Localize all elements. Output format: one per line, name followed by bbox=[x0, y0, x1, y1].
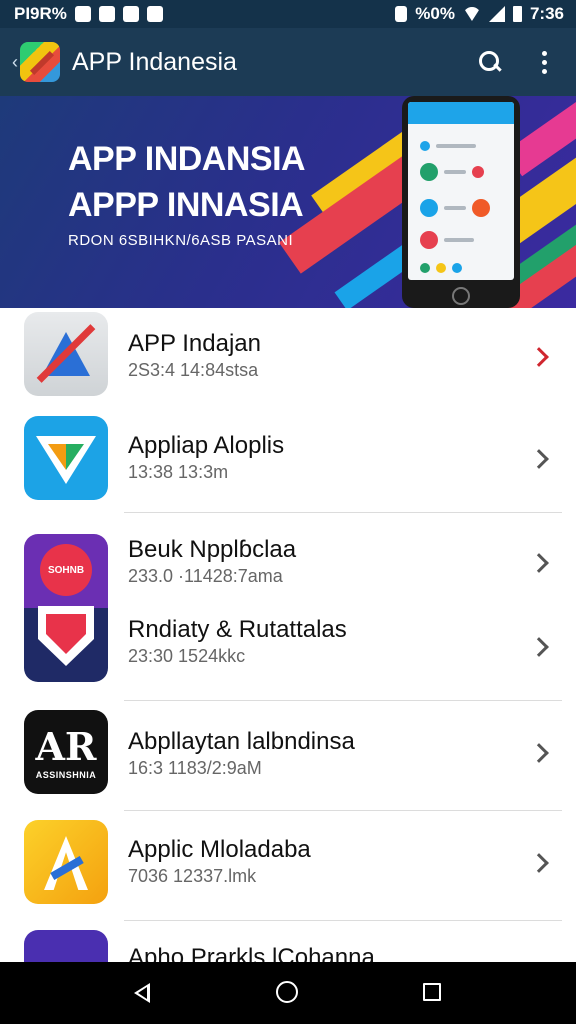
app-name: Appliap Aloplis bbox=[128, 432, 285, 459]
list-item[interactable]: Applic Mloladaba 7036 12337.lmk bbox=[0, 814, 576, 918]
status-time: 7:36 bbox=[529, 4, 564, 23]
app-logo-text: AR bbox=[35, 724, 97, 769]
signal-icon bbox=[395, 6, 408, 22]
app-bar: ‹ APP Indanesia bbox=[0, 28, 576, 96]
navigation-bar bbox=[0, 962, 576, 1024]
list-item[interactable]: SOHNB Beuk Npplɓclaa 233.0 ·11428:7ama bbox=[0, 516, 576, 682]
app-name: Apho Prarkls lCohanna bbox=[128, 944, 375, 962]
image-icon bbox=[98, 6, 115, 22]
app-meta: 2S3:4 14:84stsa bbox=[128, 360, 259, 380]
cell-icon bbox=[488, 6, 505, 22]
list-item[interactable]: AR ASSINSHNIA Abpllaytan lalbndinsa 16:3… bbox=[0, 704, 576, 808]
back-icon[interactable]: ‹ bbox=[12, 52, 18, 73]
list-item[interactable]: Rndiaty & Rutattalas 23:30 1524kkc bbox=[0, 606, 576, 700]
app-meta: 13:38 13:3m bbox=[128, 462, 229, 482]
battery-icon bbox=[512, 6, 522, 22]
promo-banner[interactable]: APP INDANSIA APPP INNASIA RDON 6SBIHKN/6… bbox=[0, 96, 576, 308]
app-logo bbox=[20, 42, 60, 82]
app-meta: 233.0 ·11428:7ama bbox=[128, 566, 283, 586]
chevron-right-icon bbox=[530, 852, 552, 874]
notification-icon bbox=[74, 6, 91, 22]
banner-headline: APP INDANSIA bbox=[68, 140, 306, 178]
chat-icon bbox=[146, 6, 163, 22]
gallery-icon bbox=[122, 6, 139, 22]
chevron-right-icon bbox=[530, 742, 552, 764]
app-icon: AR ASSINSHNIA bbox=[24, 710, 108, 794]
app-name: Rndiaty & Rutattalas bbox=[128, 616, 347, 643]
phone-screen bbox=[408, 102, 514, 280]
nav-back-icon[interactable] bbox=[128, 978, 158, 1008]
banner-headline-2: APPP INNASIA bbox=[68, 186, 304, 224]
chevron-right-icon bbox=[530, 552, 552, 574]
app-icon bbox=[24, 930, 108, 962]
search-button[interactable] bbox=[470, 42, 510, 82]
status-bar: PI9R% %0% 7:36 bbox=[0, 0, 576, 28]
nav-home-icon[interactable] bbox=[273, 978, 303, 1008]
app-icon bbox=[24, 416, 108, 500]
app-name: Applic Mloladaba bbox=[128, 836, 311, 863]
app-meta: 16:3 1183/2:9aM bbox=[128, 758, 262, 778]
chevron-right-icon bbox=[530, 636, 552, 658]
app-meta: 7036 12337.lmk bbox=[128, 866, 257, 886]
app-meta: 23:30 1524kkc bbox=[128, 646, 246, 666]
app-icon bbox=[24, 820, 108, 904]
app-name: Beuk Npplɓclaa bbox=[128, 536, 297, 563]
more-options-button[interactable] bbox=[524, 42, 564, 82]
app-name: APP Indajan bbox=[128, 330, 261, 357]
phone-mockup bbox=[402, 96, 520, 308]
list-item[interactable]: APP Indajan 2S3:4 14:84stsa bbox=[0, 308, 576, 412]
list-item[interactable]: Appliap Aloplis 13:38 13:3m bbox=[0, 412, 576, 512]
banner-subtext: RDON 6SBIHKN/6ASB PASANI bbox=[68, 232, 294, 249]
more-vert-icon bbox=[541, 50, 547, 74]
nav-recents-icon[interactable] bbox=[418, 978, 448, 1008]
app-logo-subtext: ASSINSHNIA bbox=[35, 770, 97, 780]
list-item[interactable]: Apho Prarkls lCohanna bbox=[0, 924, 576, 962]
app-title: APP Indanesia bbox=[72, 47, 237, 76]
app-name: Abpllaytan lalbndinsa bbox=[128, 728, 355, 755]
chevron-right-icon bbox=[530, 346, 552, 368]
balloon-icon: SOHNB bbox=[40, 544, 92, 596]
signal-text: %0% bbox=[415, 4, 455, 23]
chevron-right-icon bbox=[530, 448, 552, 470]
wifi-icon bbox=[462, 7, 481, 21]
status-left-text: PI9R% bbox=[14, 4, 67, 23]
app-icon bbox=[24, 312, 108, 396]
search-icon bbox=[479, 51, 501, 73]
